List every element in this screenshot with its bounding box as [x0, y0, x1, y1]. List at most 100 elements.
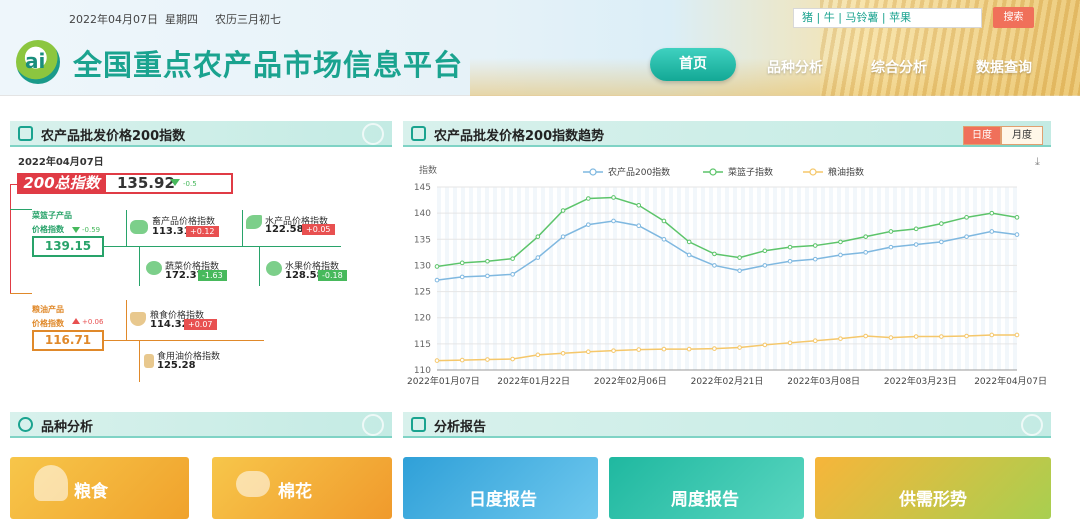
data-point: [1014, 232, 1020, 237]
up-arrow-icon: [72, 318, 80, 324]
leaf-decoration-icon: [1021, 414, 1043, 436]
fruit-index-change: -0.18: [318, 270, 347, 281]
search-button[interactable]: 搜索: [993, 7, 1034, 28]
data-point: [611, 218, 616, 224]
nav-variety-analysis[interactable]: 品种分析: [767, 57, 823, 77]
data-point: [939, 221, 944, 226]
trend-chart: 指数 110 115 120 125 130 135 140 145 2022年01月07日 202…: [407, 164, 1047, 387]
grain-oil-change: +0.06: [82, 318, 104, 326]
fish-icon: [246, 215, 262, 229]
index-date: 2022年04月07日: [18, 157, 104, 168]
y-tick-label: 135: [414, 235, 431, 245]
variety-card-grain-label: 粮食: [74, 482, 108, 502]
data-point: [459, 260, 465, 266]
y-tick-label: 115: [414, 340, 431, 350]
data-point: [560, 208, 566, 213]
search-input[interactable]: 猪 | 牛 | 马铃薯 | 苹果: [793, 8, 982, 28]
site-title[interactable]: 全国重点农产品市场信息平台: [73, 42, 463, 84]
chart-bg-stripe: [725, 187, 729, 370]
y-tick-label: 130: [414, 261, 431, 271]
y-tick-label: 145: [414, 183, 431, 193]
tree-line: [10, 184, 18, 185]
data-point: [989, 332, 995, 338]
data-point: [712, 346, 717, 351]
chart-bg-stripe: [525, 187, 529, 370]
grain-index-value: 114.32: [150, 319, 189, 330]
chart-bg-stripe: [549, 187, 553, 370]
basket-value-box[interactable]: 139.15: [32, 236, 104, 257]
basket-label: 菜篮子产品: [32, 211, 72, 220]
data-point: [1014, 332, 1020, 338]
data-point: [510, 272, 515, 277]
chart-bg-stripe: [765, 187, 769, 370]
nav-data-query[interactable]: 数据查询: [976, 57, 1032, 77]
data-point: [434, 358, 440, 363]
chart-bg-stripe: [493, 187, 497, 370]
x-tick-label: 2022年01月22日: [497, 375, 570, 387]
report-icon: [411, 417, 426, 432]
data-point: [863, 333, 868, 339]
y-tick-label: 140: [414, 209, 431, 219]
chart-bg-stripe: [733, 187, 737, 370]
nav-home[interactable]: 首页: [650, 48, 736, 81]
chart-bg-stripe: [917, 187, 921, 370]
data-point: [812, 338, 818, 344]
report-card-weekly-label: 周度报告: [671, 490, 739, 510]
leaf-decoration-icon: [362, 123, 384, 145]
legend-label: 菜篮子指数: [728, 166, 773, 178]
chart-bg-stripe: [845, 187, 849, 370]
tree-line: [10, 293, 32, 294]
grain-oil-label: 粮油产品: [32, 305, 64, 314]
variety-card-cotton[interactable]: 棉花: [212, 457, 392, 519]
chart-bg-stripe: [621, 187, 625, 370]
data-point: [434, 277, 440, 283]
chart-bg-stripe: [477, 187, 481, 370]
tab-daily[interactable]: 日度: [963, 126, 1001, 145]
data-point: [1014, 215, 1020, 220]
chart-bg-stripe: [885, 187, 889, 370]
chart-bg-stripe: [853, 187, 857, 370]
livestock-index-change: +0.12: [186, 226, 219, 237]
report-card-supply-demand[interactable]: 供需形势: [815, 457, 1051, 519]
chart-bg-stripe: [693, 187, 697, 370]
variety-card-grain[interactable]: 粮食: [10, 457, 189, 519]
data-point: [737, 255, 742, 260]
aquatic-index-value: 122.58: [265, 224, 304, 235]
variety-card-cotton-label: 棉花: [278, 482, 312, 502]
cotton-icon: [236, 471, 270, 497]
y-axis-label: 指数: [419, 164, 437, 176]
chart-bg-stripe: [605, 187, 609, 370]
chart-bg-stripe: [925, 187, 929, 370]
current-date: 2022年04月07日: [69, 13, 158, 26]
basket-label-2: 价格指数: [32, 225, 64, 234]
chart-bg-stripe: [909, 187, 913, 370]
data-point: [787, 258, 793, 264]
data-point: [510, 356, 515, 362]
chart-bg-stripe: [661, 187, 665, 370]
data-point: [913, 334, 919, 339]
data-point: [535, 352, 541, 358]
chart-bg-stripe: [701, 187, 705, 370]
data-point: [812, 256, 818, 262]
report-card-weekly[interactable]: 周度报告: [609, 457, 804, 519]
data-point: [838, 239, 843, 245]
data-point: [560, 350, 566, 356]
leaf-decoration-icon: [362, 414, 384, 436]
site-logo[interactable]: ai: [16, 40, 60, 84]
nav-comprehensive-analysis[interactable]: 综合分析: [871, 57, 927, 77]
data-point: [636, 347, 642, 352]
y-tick-label: 110: [414, 366, 431, 376]
tab-monthly[interactable]: 月度: [1001, 126, 1043, 145]
tree-line: [10, 209, 32, 210]
data-point: [888, 244, 894, 250]
legend-marker: [809, 168, 817, 176]
data-point: [535, 255, 541, 260]
chart-bg-stripe: [973, 187, 977, 370]
tree-line: [126, 300, 127, 340]
grain-oil-value-box[interactable]: 116.71: [32, 330, 104, 351]
chart-bg-stripe: [517, 187, 521, 370]
grain-oil-label-2: 价格指数: [32, 319, 64, 328]
data-point: [762, 342, 768, 348]
data-point: [434, 264, 440, 269]
report-card-daily[interactable]: 日度报告: [403, 457, 598, 519]
